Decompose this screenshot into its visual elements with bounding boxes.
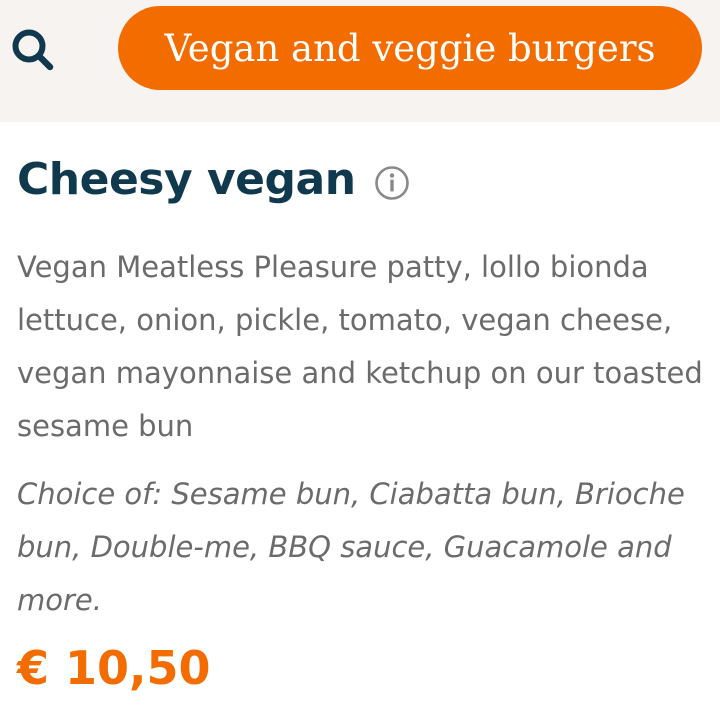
product-choices: Choice of: Sesame bun, Ciabatta bun, Bri… <box>17 477 685 617</box>
info-icon[interactable] <box>374 165 410 201</box>
search-icon <box>12 29 54 71</box>
search-button[interactable] <box>5 22 61 78</box>
category-tab-vegan-burgers[interactable]: Vegan and veggie burgers <box>118 6 702 90</box>
product-title: Cheesy vegan <box>17 154 356 205</box>
product-description: Vegan Meatless Pleasure patty, lollo bio… <box>17 250 703 443</box>
product-title-row: Cheesy vegan <box>17 150 410 210</box>
product-price: € 10,50 <box>17 641 211 695</box>
top-bar: Vegan and veggie burgers <box>0 0 720 122</box>
